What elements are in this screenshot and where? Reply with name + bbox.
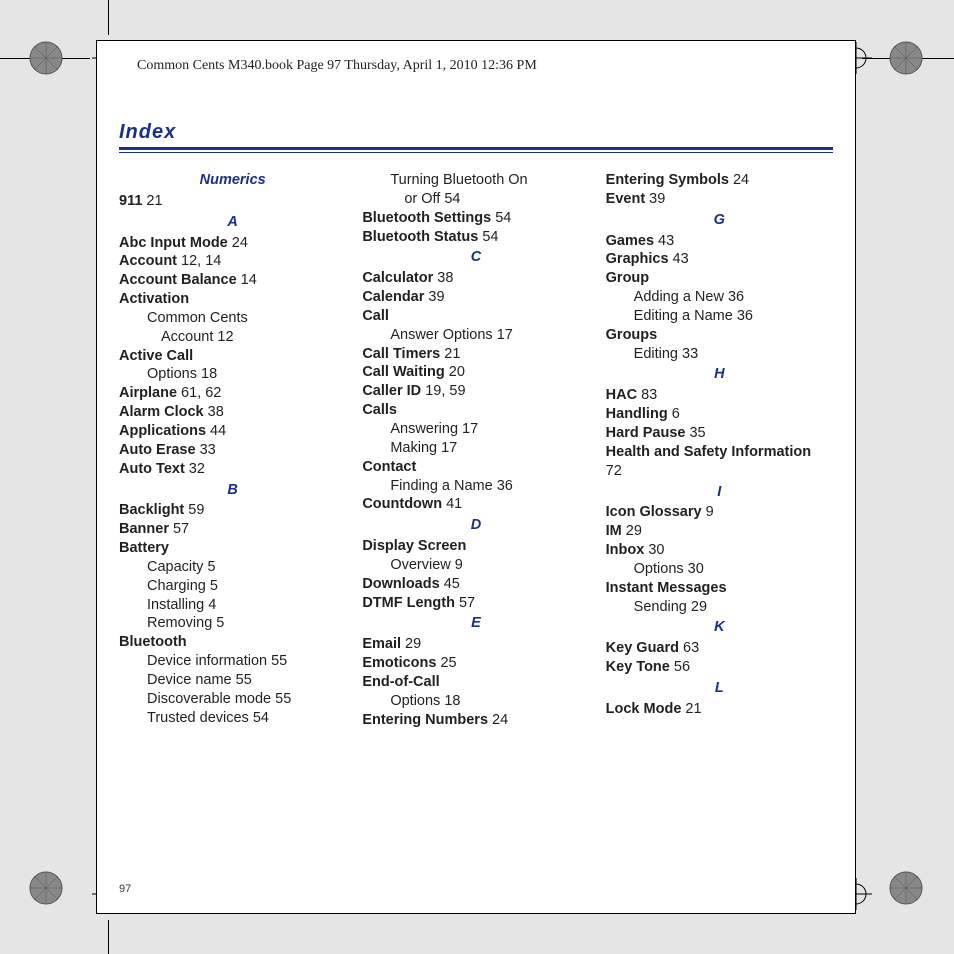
index-columns: Numerics911 21AAbc Input Mode 24Account … xyxy=(119,171,833,729)
register-mark-bottom-right xyxy=(888,870,924,906)
index-entry: Battery xyxy=(119,539,346,558)
index-entry: Graphics 43 xyxy=(606,250,833,269)
section-heading: K xyxy=(606,618,833,637)
index-entry: Contact xyxy=(362,458,589,477)
index-subentry: Removing 5 xyxy=(147,614,346,633)
register-mark-top-left xyxy=(28,40,64,76)
index-entry: Calls xyxy=(362,401,589,420)
page-header: Common Cents M340.book Page 97 Thursday,… xyxy=(137,58,537,74)
index-subentry: Options 18 xyxy=(147,365,346,384)
index-subentry: Making 17 xyxy=(390,439,589,458)
index-entry: 911 21 xyxy=(119,192,346,211)
hr-thick xyxy=(119,147,833,150)
index-subentry: Capacity 5 xyxy=(147,558,346,577)
index-subentry: Charging 5 xyxy=(147,577,346,596)
index-entry: Activation xyxy=(119,290,346,309)
index-entry: Bluetooth Status 54 xyxy=(362,228,589,247)
index-entry: Abc Input Mode 24 xyxy=(119,234,346,253)
index-subentry: Device name 55 xyxy=(147,671,346,690)
section-heading: Numerics xyxy=(119,171,346,190)
index-entry: Handling 6 xyxy=(606,405,833,424)
index-subentry: Common Cents xyxy=(147,309,346,328)
index-entry: Bluetooth xyxy=(119,633,346,652)
index-entry: Calculator 38 xyxy=(362,269,589,288)
index-subentry: Device information 55 xyxy=(147,652,346,671)
page-number: 97 xyxy=(119,883,131,895)
index-entry: Hard Pause 35 xyxy=(606,424,833,443)
section-heading: L xyxy=(606,679,833,698)
index-entry: Key Tone 56 xyxy=(606,658,833,677)
index-subentry: Options 18 xyxy=(390,692,589,711)
index-subentry: Installing 4 xyxy=(147,596,346,615)
index-subentry: Answering 17 xyxy=(390,420,589,439)
index-entry: Bluetooth Settings 54 xyxy=(362,209,589,228)
index-entry: Caller ID 19, 59 xyxy=(362,382,589,401)
index-entry-pages: 72 xyxy=(606,462,833,481)
index-entry: Alarm Clock 38 xyxy=(119,403,346,422)
index-entry: Account 12, 14 xyxy=(119,252,346,271)
index-entry: Event 39 xyxy=(606,190,833,209)
index-entry: Emoticons 25 xyxy=(362,654,589,673)
index-entry: Call xyxy=(362,307,589,326)
index-entry: Entering Symbols 24 xyxy=(606,171,833,190)
index-entry: Inbox 30 xyxy=(606,541,833,560)
index-subentry: Editing 33 xyxy=(634,345,833,364)
index-subentry: Answer Options 17 xyxy=(390,326,589,345)
index-entry: IM 29 xyxy=(606,522,833,541)
index-subentry: Overview 9 xyxy=(390,556,589,575)
index-title: Index xyxy=(119,121,833,144)
index-subentry: Options 30 xyxy=(634,560,833,579)
index-entry: Groups xyxy=(606,326,833,345)
index-entry: Backlight 59 xyxy=(119,501,346,520)
section-heading: C xyxy=(362,248,589,267)
index-entry: Group xyxy=(606,269,833,288)
index-entry: Icon Glossary 9 xyxy=(606,503,833,522)
index-entry: Call Waiting 20 xyxy=(362,363,589,382)
section-heading: A xyxy=(119,213,346,232)
index-subentry: Editing a Name 36 xyxy=(634,307,833,326)
index-entry: HAC 83 xyxy=(606,386,833,405)
register-mark-top-right xyxy=(888,40,924,76)
index-entry: Call Timers 21 xyxy=(362,345,589,364)
register-mark-bottom-left xyxy=(28,870,64,906)
section-heading: D xyxy=(362,516,589,535)
section-heading: B xyxy=(119,481,346,500)
index-entry: Applications 44 xyxy=(119,422,346,441)
index-entry: Downloads 45 xyxy=(362,575,589,594)
index-entry: Calendar 39 xyxy=(362,288,589,307)
index-entry: Active Call xyxy=(119,347,346,366)
section-heading: I xyxy=(606,483,833,502)
index-entry: Instant Messages xyxy=(606,579,833,598)
index-entry: Banner 57 xyxy=(119,520,346,539)
index-entry: Health and Safety Information xyxy=(606,443,833,462)
index-subentry: Adding a New 36 xyxy=(634,288,833,307)
index-entry: Account Balance 14 xyxy=(119,271,346,290)
index-subentry: Finding a Name 36 xyxy=(390,477,589,496)
index-entry: Auto Text 32 xyxy=(119,460,346,479)
index-subentry: Account 12 xyxy=(161,328,346,347)
index-entry: Entering Numbers 24 xyxy=(362,711,589,730)
section-heading: E xyxy=(362,614,589,633)
section-heading: G xyxy=(606,211,833,230)
index-entry: Display Screen xyxy=(362,537,589,556)
index-subentry: Sending 29 xyxy=(634,598,833,617)
section-heading: H xyxy=(606,365,833,384)
index-subentry: Discoverable mode 55 xyxy=(147,690,346,709)
index-entry: Countdown 41 xyxy=(362,495,589,514)
index-entry: DTMF Length 57 xyxy=(362,594,589,613)
index-entry: Lock Mode 21 xyxy=(606,700,833,719)
index-subentry: Trusted devices 54 xyxy=(147,709,346,728)
index-entry: Auto Erase 33 xyxy=(119,441,346,460)
index-entry: Airplane 61, 62 xyxy=(119,384,346,403)
page-frame: Common Cents M340.book Page 97 Thursday,… xyxy=(96,40,856,914)
index-subentry: or Off 54 xyxy=(404,190,589,209)
index-subentry: Turning Bluetooth On xyxy=(390,171,589,190)
index-entry: Key Guard 63 xyxy=(606,639,833,658)
index-entry: End-of-Call xyxy=(362,673,589,692)
hr-thin xyxy=(119,152,833,153)
index-entry: Games 43 xyxy=(606,232,833,251)
index-entry: Email 29 xyxy=(362,635,589,654)
